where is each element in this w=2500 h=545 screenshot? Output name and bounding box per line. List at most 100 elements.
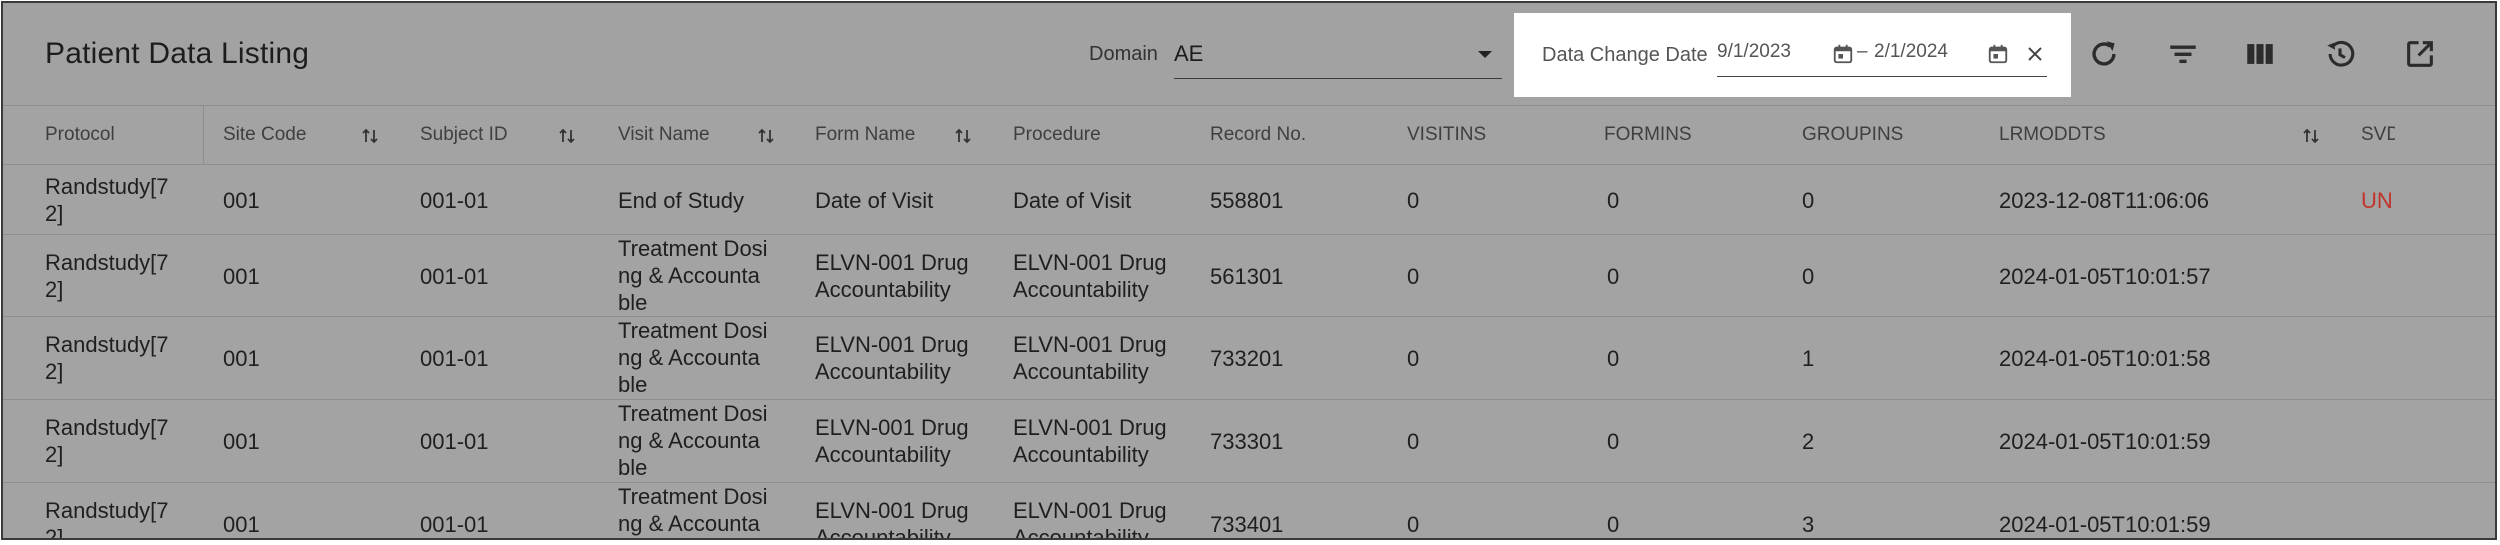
column-header-site-code[interactable]: Site Code (223, 106, 306, 164)
cell-protocol: Randstudy[7 2] (45, 332, 169, 384)
column-header-record-no[interactable]: Record No. (1210, 106, 1306, 164)
cell-visit-name: End of Study (618, 188, 744, 213)
cell-formins: 0 (1607, 512, 1620, 537)
table-header: Protocol Site Code Subject ID Visit Name… (3, 105, 2495, 165)
cell-record-no: 733401 (1210, 512, 1284, 537)
table-row[interactable]: Randstudy[7 2] 001 001-01 Treatment Dosi… (3, 317, 2495, 400)
table-row[interactable]: Randstudy[7 2] 001 001-01 Treatment Dosi… (3, 400, 2495, 483)
cell-subject-id: 001-01 (420, 429, 489, 454)
date-range-separator: – (1857, 41, 1868, 62)
calendar-icon[interactable] (1832, 43, 1854, 65)
history-icon[interactable] (2323, 37, 2357, 71)
cell-subject-id: 001-01 (420, 264, 489, 289)
calendar-icon[interactable] (1987, 43, 2009, 65)
toolbar: Patient Data Listing Domain AE Data Chan… (3, 3, 2495, 105)
cell-svd: UN (2361, 188, 2393, 213)
cell-protocol: Randstudy[7 2] (45, 415, 169, 467)
cell-groupins: 1 (1802, 346, 1815, 371)
cell-lrmoddts: 2024-01-05T10:01:59 (1999, 429, 2211, 454)
open-external-icon[interactable] (2403, 37, 2437, 71)
cell-visitins: 0 (1407, 512, 1420, 537)
sort-icon[interactable] (360, 126, 380, 146)
sort-icon[interactable] (557, 126, 577, 146)
cell-groupins: 2 (1802, 429, 1815, 454)
cell-site-code: 001 (223, 429, 260, 454)
table-row[interactable]: Randstudy[7 2] 001 001-01 End of Study D… (3, 165, 2495, 235)
cell-form-name: ELVN-001 Drug Accountability (815, 250, 969, 302)
column-header-procedure[interactable]: Procedure (1013, 106, 1101, 164)
page-title: Patient Data Listing (45, 37, 310, 70)
domain-select[interactable]: AE (1174, 33, 1502, 79)
cell-subject-id: 001-01 (420, 188, 489, 213)
sort-icon[interactable] (2301, 126, 2321, 146)
cell-procedure: ELVN-001 Drug Accountability (1013, 332, 1167, 384)
column-header-visitins[interactable]: VISITINS (1407, 106, 1486, 164)
date-range-field[interactable]: 9/1/2023 – 2/1/2024 (1717, 35, 2047, 77)
cell-record-no: 733201 (1210, 346, 1284, 371)
column-header-groupins[interactable]: GROUPINS (1802, 106, 1903, 164)
cell-form-name: ELVN-001 Drug Accountability (815, 415, 969, 467)
cell-protocol: Randstudy[7 2] (45, 250, 169, 302)
refresh-icon[interactable] (2087, 37, 2121, 71)
table-row[interactable]: Randstudy[7 2] 001 001-01 Treatment Dosi… (3, 483, 2495, 540)
cell-procedure: ELVN-001 Drug Accountability (1013, 415, 1167, 467)
sort-icon[interactable] (756, 126, 776, 146)
cell-protocol: Randstudy[7 2] (45, 174, 169, 226)
column-header-subject-id[interactable]: Subject ID (420, 106, 508, 164)
cell-groupins: 3 (1802, 512, 1815, 537)
cell-lrmoddts: 2024-01-05T10:01:58 (1999, 346, 2211, 371)
cell-visitins: 0 (1407, 264, 1420, 289)
column-header-svd[interactable]: SVD (2361, 106, 2395, 164)
cell-procedure: ELVN-001 Drug Accountability (1013, 498, 1167, 540)
column-header-visit-name[interactable]: Visit Name (618, 106, 710, 164)
domain-label: Domain (1089, 43, 1158, 65)
filter-icon[interactable] (2166, 37, 2200, 71)
cell-visitins: 0 (1407, 188, 1420, 213)
domain-select-value: AE (1174, 41, 1204, 66)
table-row[interactable]: Randstudy[7 2] 001 001-01 Treatment Dosi… (3, 235, 2495, 317)
cell-site-code: 001 (223, 188, 260, 213)
cell-formins: 0 (1607, 264, 1620, 289)
column-header-protocol[interactable]: Protocol (45, 106, 115, 164)
cell-form-name: ELVN-001 Drug Accountability (815, 332, 969, 384)
cell-formins: 0 (1607, 346, 1620, 371)
cell-groupins: 0 (1802, 264, 1815, 289)
columns-icon[interactable] (2243, 37, 2277, 71)
cell-visit-name: Treatment Dosi ng & Accounta ble (618, 318, 768, 397)
cell-site-code: 001 (223, 346, 260, 371)
cell-visit-name: Treatment Dosi ng & Accounta ble (618, 236, 768, 315)
data-change-date-label: Data Change Date (1542, 44, 1708, 66)
cell-protocol: Randstudy[7 2] (45, 498, 169, 540)
cell-subject-id: 001-01 (420, 346, 489, 371)
date-start-input[interactable]: 9/1/2023 (1717, 41, 1791, 63)
cell-visit-name: Treatment Dosi ng & Accounta ble (618, 401, 768, 480)
cell-visitins: 0 (1407, 346, 1420, 371)
column-header-lrmoddts[interactable]: LRMODDTS (1999, 106, 2106, 164)
cell-record-no: 561301 (1210, 264, 1284, 289)
column-divider[interactable] (203, 106, 204, 164)
sort-icon[interactable] (953, 126, 973, 146)
cell-form-name: ELVN-001 Drug Accountability (815, 498, 969, 540)
cell-procedure: ELVN-001 Drug Accountability (1013, 250, 1167, 302)
date-end-input[interactable]: 2/1/2024 (1874, 41, 1948, 63)
column-header-formins[interactable]: FORMINS (1604, 106, 1692, 164)
cell-lrmoddts: 2023-12-08T11:06:06 (1999, 188, 2209, 213)
cell-form-name: Date of Visit (815, 188, 934, 213)
cell-procedure: Date of Visit (1013, 188, 1132, 213)
cell-site-code: 001 (223, 512, 260, 537)
column-header-form-name[interactable]: Form Name (815, 106, 915, 164)
data-change-date-filter: Data Change Date 9/1/2023 – 2/1/2024 (1514, 13, 2071, 97)
cell-record-no: 558801 (1210, 188, 1284, 213)
cell-site-code: 001 (223, 264, 260, 289)
cell-record-no: 733301 (1210, 429, 1284, 454)
cell-formins: 0 (1607, 429, 1620, 454)
cell-lrmoddts: 2024-01-05T10:01:57 (1999, 264, 2211, 289)
cell-visitins: 0 (1407, 429, 1420, 454)
cell-lrmoddts: 2024-01-05T10:01:59 (1999, 512, 2211, 537)
chevron-down-icon[interactable] (1478, 51, 1492, 58)
close-icon[interactable] (2026, 45, 2044, 63)
cell-formins: 0 (1607, 188, 1620, 213)
patient-data-listing-window: Patient Data Listing Domain AE Data Chan… (1, 1, 2497, 540)
cell-visit-name: Treatment Dosi ng & Accounta ble (618, 484, 768, 536)
cell-groupins: 0 (1802, 188, 1815, 213)
